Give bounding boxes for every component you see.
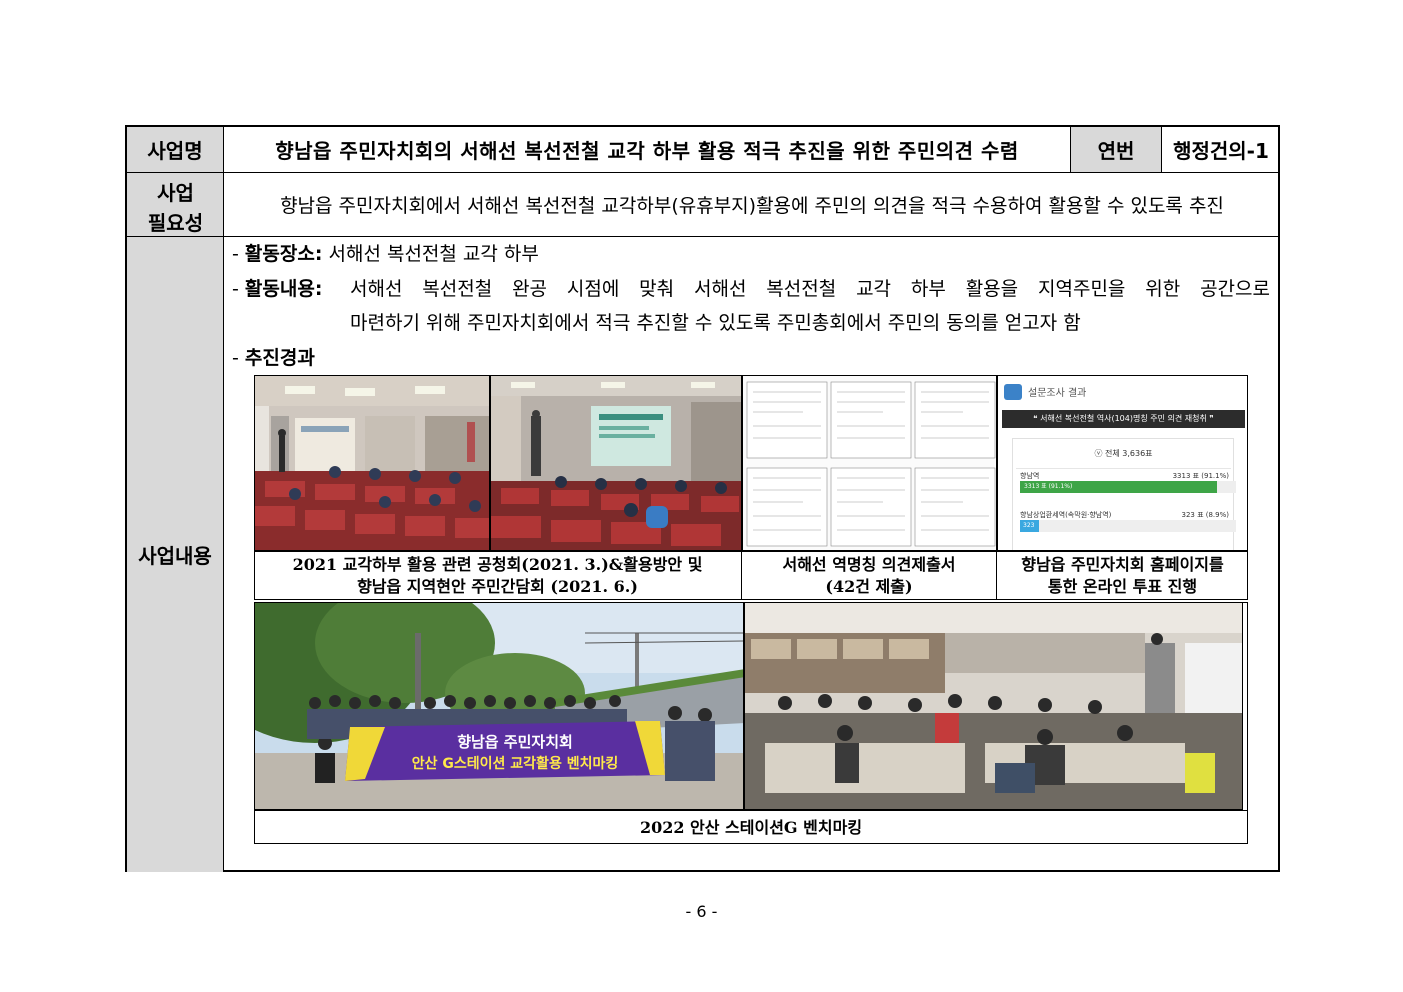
- banner-text-2: 안산 G스테이션 교각활용 벤치마킹: [411, 756, 619, 772]
- necessity-label-line2: 필요성: [147, 211, 204, 235]
- page-number: - 6 -: [685, 902, 718, 921]
- project-table: 사업명 향남읍 주민자치회의 서해선 복선전철 교각 하부 활용 적극 추진을 …: [125, 125, 1280, 872]
- caption-opinions-line2: (42건 제출): [825, 577, 913, 596]
- project-title: 향남읍 주민자치회의 서해선 복선전철 교각 하부 활용 적극 추진을 위한 주…: [224, 127, 1071, 173]
- photo-indoor-benchmarking: [744, 602, 1243, 810]
- activity-key: 활동내용:: [244, 278, 323, 300]
- survey-total: ⓥ 전체 3,636표: [1094, 449, 1153, 458]
- photo-station-name-opinions: [742, 375, 997, 551]
- caption-vote-line2: 통한 온라인 투표 진행: [1047, 577, 1198, 596]
- caption-opinions: 서해선 역명칭 의견제출서 (42건 제출): [742, 551, 997, 600]
- progress-key: 추진경과: [244, 347, 315, 369]
- option2-track: [1020, 520, 1236, 532]
- progress-line: - 추진경과: [232, 343, 315, 370]
- option2-bar: 323: [1020, 520, 1039, 532]
- banner-text-1: 향남읍 주민자치회: [457, 733, 573, 751]
- necessity-label-line1: 사업: [157, 181, 194, 205]
- hall-image: [255, 376, 489, 550]
- group-outdoor-image: [255, 603, 743, 809]
- bullet-dash: -: [232, 243, 239, 265]
- option1-count: 3313 표 (91.1%): [1172, 472, 1229, 480]
- photo-public-hearing: [254, 375, 490, 551]
- necessity-label: 사업 필요성: [127, 173, 224, 237]
- activity-text-2: 마련하기 위해 주민자치회에서 적극 추진할 수 있도록 주민총회에서 주민의 …: [350, 312, 1081, 334]
- option1-name: 향남역: [1020, 472, 1040, 480]
- option2-count: 323 표 (8.9%): [1181, 511, 1230, 519]
- serial-value: 행정건의-1: [1162, 127, 1280, 173]
- meeting-image: [491, 376, 741, 550]
- activity-text-1: 서해선 복선전철 완공 시점에 맞춰 서해선 복선전철 교각 하부 활용을 지역…: [350, 278, 1270, 300]
- documents-image: [743, 376, 996, 550]
- survey-divider: [1016, 468, 1231, 469]
- survey-results-screenshot: 설문조사 결과 ❝ 서해선 복선전철 역사(104)명칭 주민 의견 재청취 ❞…: [997, 375, 1248, 551]
- bullet-dash: -: [232, 278, 239, 300]
- survey-question: ❝ 서해선 복선전철 역사(104)명칭 주민 의견 재청취 ❞: [1002, 410, 1245, 428]
- place-key: 활동장소:: [244, 243, 323, 265]
- content-body: - 활동장소: 서해선 복선전철 교각 하부 - 활동내용: 서해선 복선전철 …: [224, 237, 1280, 872]
- photo-group-benchmarking: 향남읍 주민자치회 안산 G스테이션 교각활용 벤치마킹: [254, 602, 744, 810]
- caption-vote-line1: 향남읍 주민자치회 홈페이지를: [1021, 555, 1224, 574]
- caption-benchmarking: 2022 안산 스테이션G 벤치마킹: [254, 810, 1248, 844]
- bullet-dash: -: [232, 347, 239, 369]
- photo-resident-meeting: [490, 375, 742, 551]
- content-label: 사업내용: [127, 237, 224, 872]
- survey-header: 설문조사 결과: [1028, 388, 1087, 399]
- place-value: 서해선 복선전철 교각 하부: [328, 243, 539, 265]
- place-line: - 활동장소: 서해선 복선전철 교각 하부: [232, 239, 539, 266]
- caption-hearing-line1: 2021 교각하부 활용 관련 공청회(2021. 3.)&활용방안 및: [292, 555, 703, 574]
- caption-opinions-line1: 서해선 역명칭 의견제출서: [782, 555, 956, 574]
- bar-chart-icon: [1004, 384, 1022, 400]
- indoor-meeting-image: [745, 603, 1242, 809]
- serial-label: 연번: [1071, 127, 1162, 173]
- project-label: 사업명: [127, 127, 224, 173]
- caption-hearing-line2: 향남읍 지역현안 주민간담회 (2021. 6.): [357, 577, 638, 596]
- caption-online-vote: 향남읍 주민자치회 홈페이지를 통한 온라인 투표 진행: [997, 551, 1248, 600]
- activity-line: - 활동내용:: [232, 274, 322, 301]
- option1-bar: 3313 표 (91.1%): [1020, 481, 1217, 493]
- caption-hearing: 2021 교각하부 활용 관련 공청회(2021. 3.)&활용방안 및 향남읍…: [254, 551, 742, 600]
- option2-name: 향남상업환세역(속막원·향남역): [1020, 511, 1112, 519]
- necessity-text: 향남읍 주민자치회에서 서해선 복선전철 교각하부(유휴부지)활용에 주민의 의…: [224, 173, 1280, 237]
